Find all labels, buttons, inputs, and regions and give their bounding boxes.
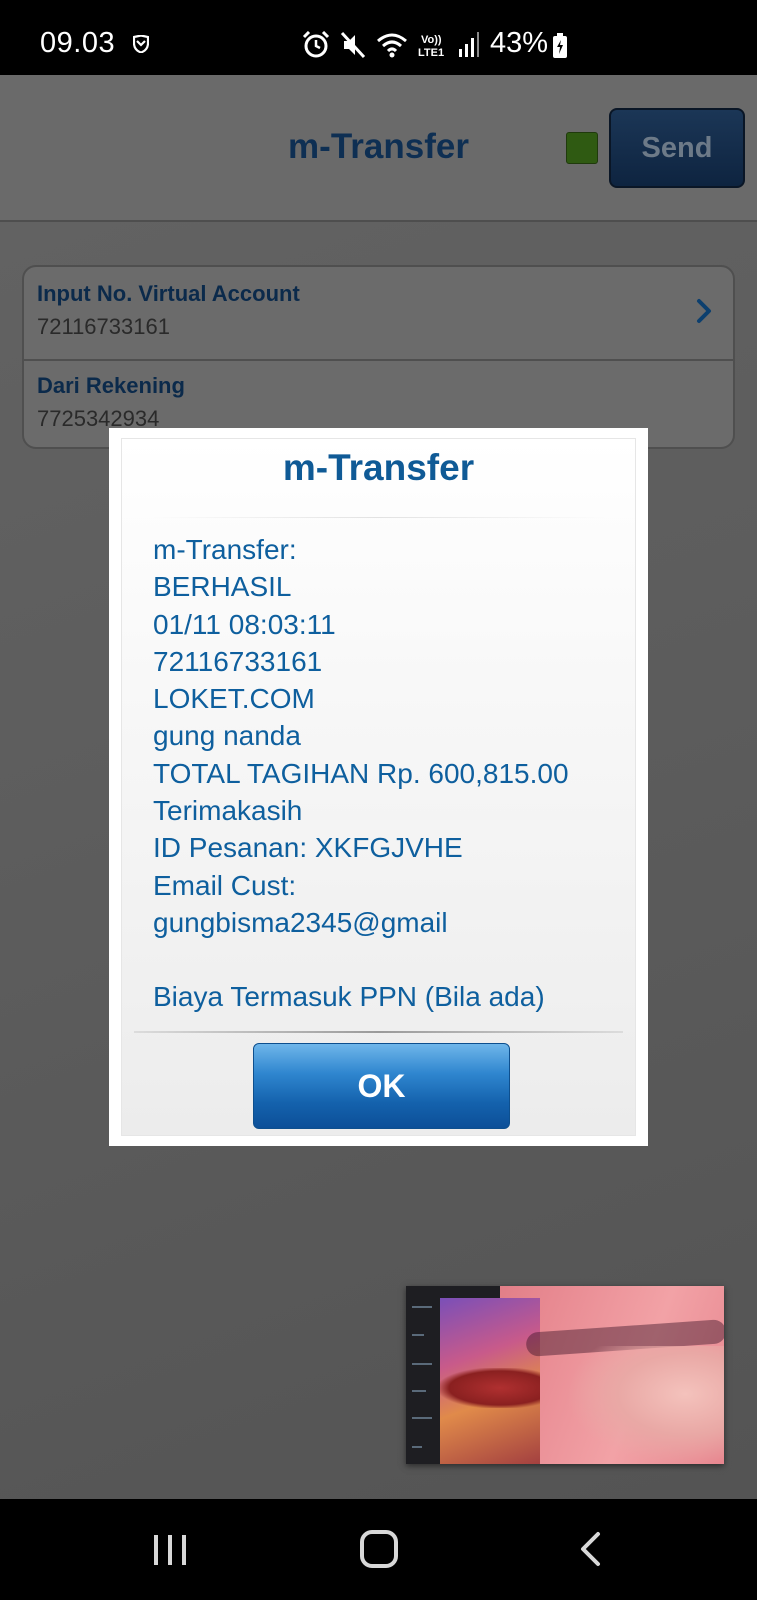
home-icon[interactable] (360, 1530, 398, 1568)
dialog-title: m-Transfer (282, 447, 475, 488)
message-line: BERHASIL (153, 571, 292, 603)
mute-icon (340, 31, 366, 59)
message-line: gung nanda (153, 720, 301, 752)
message-line: LOKET.COM (153, 683, 315, 715)
wifi-icon (377, 33, 407, 58)
video-face-image (440, 1298, 540, 1464)
status-indicator (566, 132, 598, 164)
message-line: Terimakasih (153, 795, 303, 827)
dialog-message: m-Transfer: BERHASIL 01/11 08:03:11 7211… (153, 531, 625, 1016)
message-footer: Biaya Termasuk PPN (Bila ada) (153, 981, 545, 1013)
signal-icon (459, 32, 479, 57)
transfer-form: Input No. Virtual Account 72116733161 Da… (22, 265, 735, 449)
divider (152, 517, 605, 518)
shield-icon (133, 35, 149, 53)
virtual-account-row[interactable]: Input No. Virtual Account 72116733161 (24, 267, 733, 361)
back-icon[interactable] (578, 1531, 602, 1567)
svg-text:LTE1: LTE1 (418, 47, 444, 59)
navigation-bar (0, 1499, 757, 1600)
send-button[interactable]: Send (609, 108, 745, 188)
message-line: 72116733161 (153, 645, 323, 677)
status-time: 09.03 (40, 27, 116, 59)
source-account-label: Dari Rekening (37, 373, 185, 398)
chevron-right-icon[interactable] (695, 297, 713, 325)
battery-charging-icon (553, 33, 567, 58)
status-icons: Vo)) LTE1 (302, 30, 480, 60)
message-line: gungbisma2345@gmail (153, 906, 448, 938)
battery-percent: 43% (490, 27, 549, 59)
volte-icon: Vo)) LTE1 (418, 34, 444, 59)
app-header: m-Transfer Send (0, 75, 757, 222)
ok-button[interactable]: OK (253, 1043, 510, 1129)
recents-icon[interactable] (152, 1533, 188, 1567)
message-line: Email Cust: (153, 869, 297, 901)
message-line: ID Pesanan: XKFGJVHE (153, 832, 463, 864)
divider (134, 1031, 623, 1033)
virtual-account-value: 72116733161 (37, 314, 170, 339)
virtual-account-label: Input No. Virtual Account (37, 281, 300, 306)
video-person-image (566, 1346, 724, 1464)
message-line: TOTAL TAGIHAN Rp. 600,815.00 (153, 757, 569, 789)
result-dialog: m-Transfer m-Transfer: BERHASIL 01/11 08… (109, 428, 648, 1146)
alarm-icon (302, 31, 330, 58)
message-line: m-Transfer: (153, 534, 297, 565)
status-bar: 09.03 Vo)) LTE1 43% (0, 0, 757, 75)
svg-text:Vo)): Vo)) (421, 34, 442, 46)
video-thumbnail[interactable] (406, 1286, 724, 1464)
message-line: 01/11 08:03:11 (153, 608, 336, 640)
dialog-panel: m-Transfer m-Transfer: BERHASIL 01/11 08… (121, 438, 636, 1136)
